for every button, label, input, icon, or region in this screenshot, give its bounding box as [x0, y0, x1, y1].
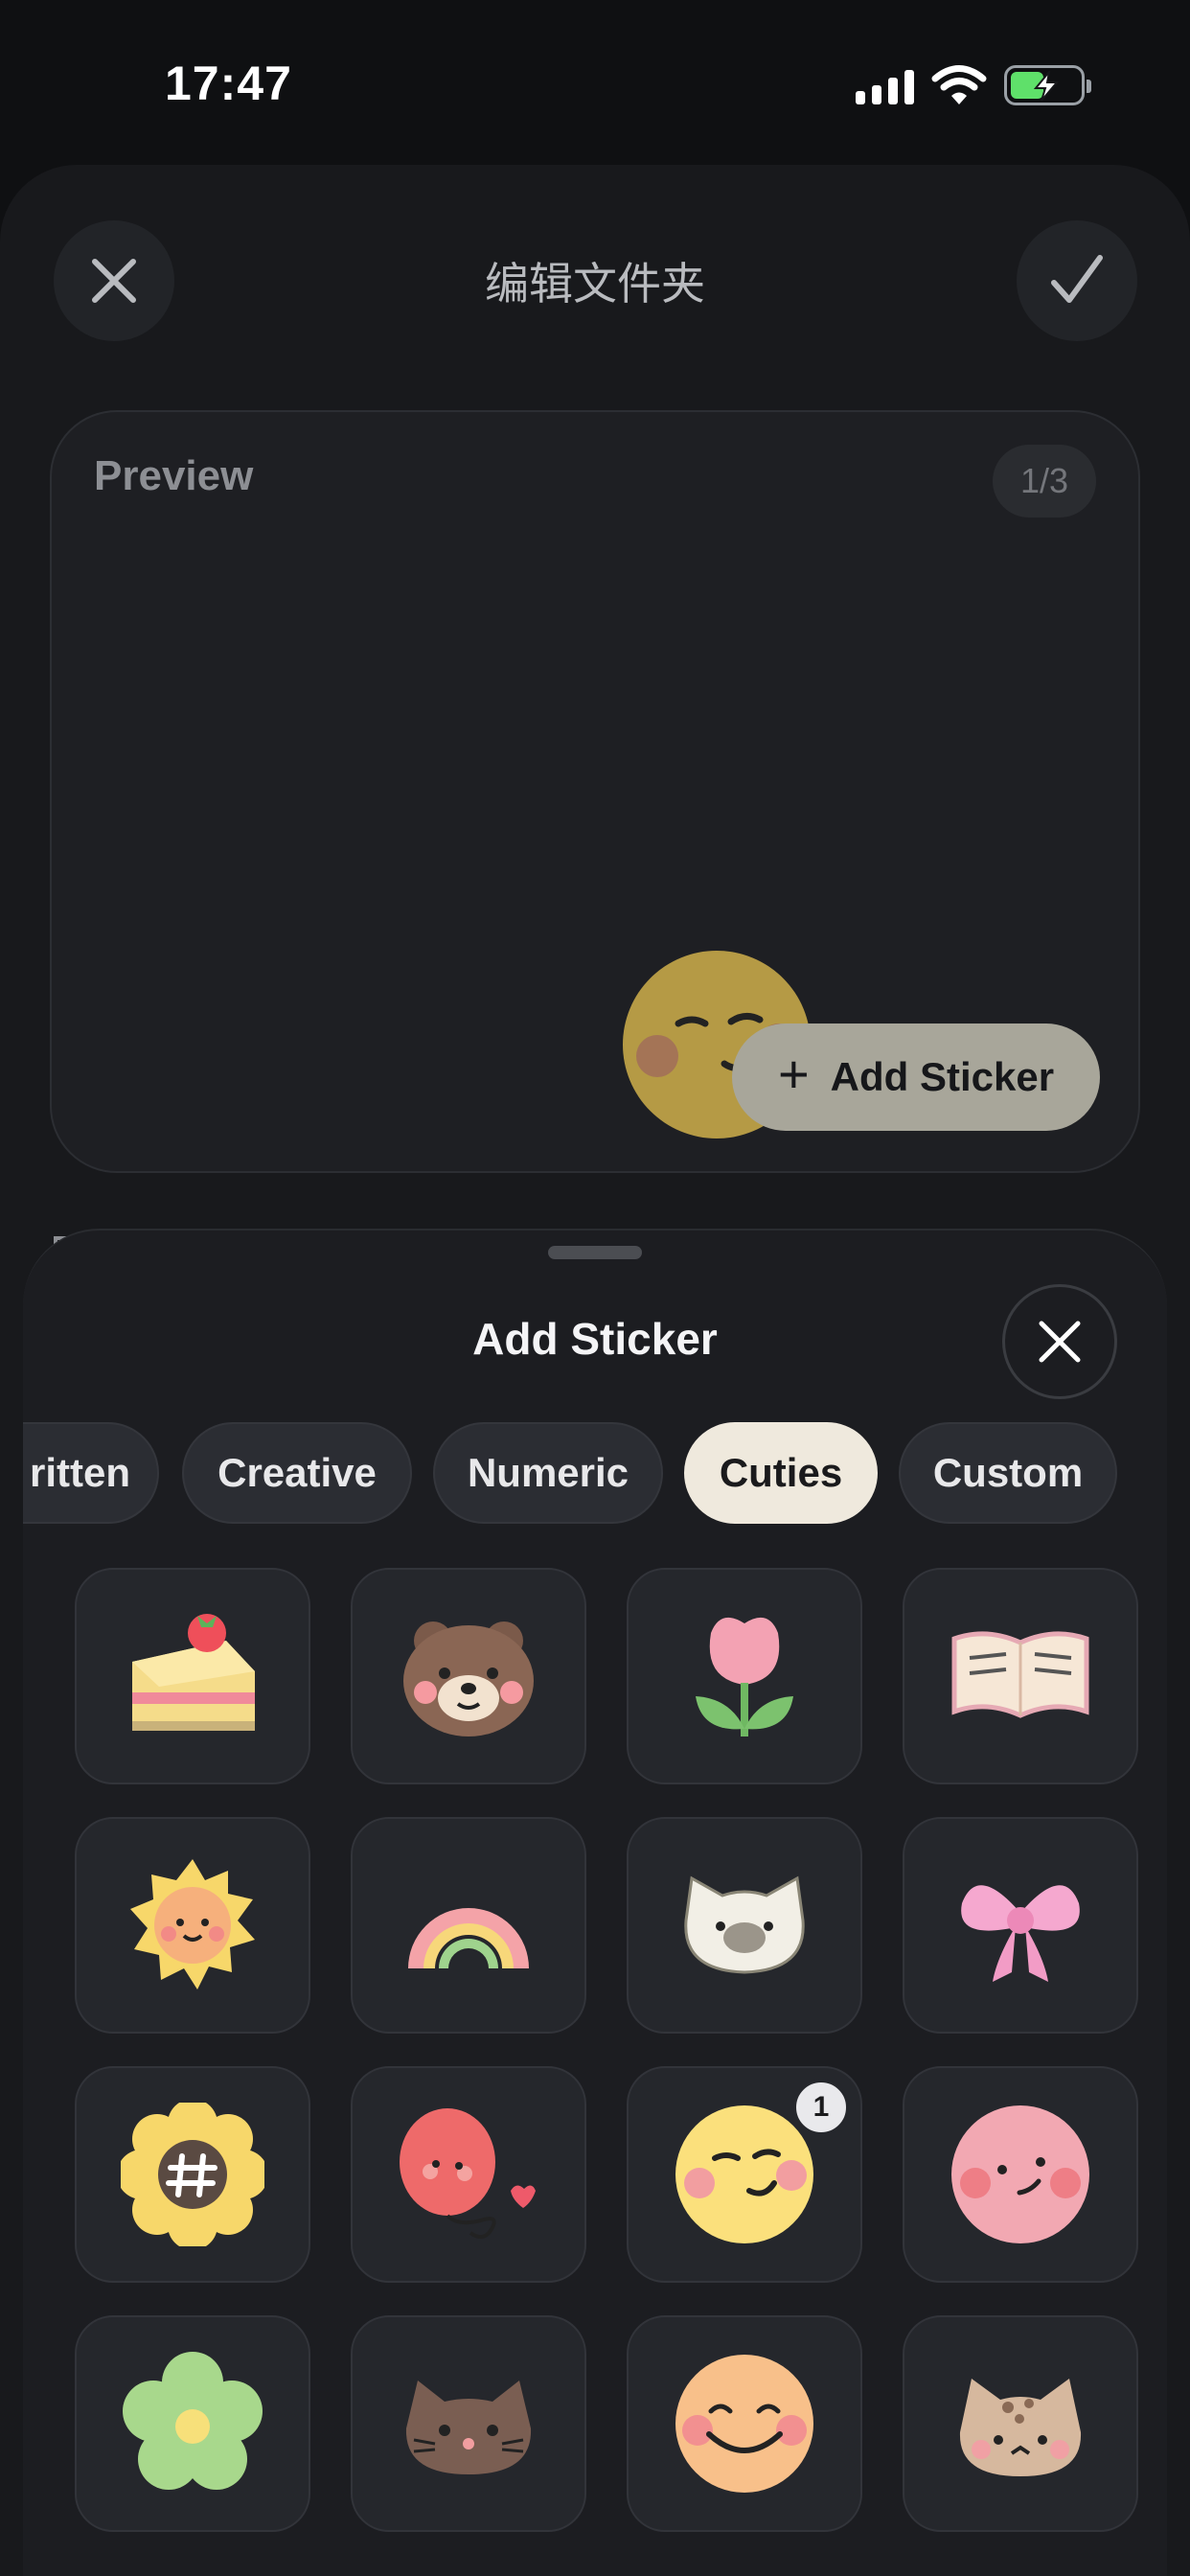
confirm-button[interactable] [1017, 220, 1137, 341]
sticker-pink-face[interactable] [903, 2066, 1138, 2283]
sticker-smile-face[interactable] [627, 2315, 862, 2532]
sticker-count-badge: 1 [793, 2080, 849, 2135]
tab-cuties[interactable]: Cuties [684, 1422, 878, 1524]
shiba-dog-icon [959, 2379, 1082, 2476]
sheet-close-button[interactable] [1002, 1284, 1117, 1399]
white-cat-icon [684, 1875, 805, 1974]
battery-icon [1004, 65, 1091, 105]
tulip-icon [696, 1617, 793, 1736]
sheet-title: Add Sticker [472, 1314, 718, 1364]
preview-label: Preview [94, 452, 254, 499]
preview-card: Preview 1/3 + Add Sticker [50, 410, 1140, 1173]
tab-handwritten[interactable]: ritten [23, 1422, 159, 1524]
status-bar: 17:47 [0, 0, 1190, 163]
wifi-icon [931, 65, 987, 104]
sticker-open-book[interactable] [903, 1568, 1138, 1784]
sticker-sun[interactable] [75, 1817, 310, 2034]
red-balloon-icon [400, 2108, 536, 2240]
signal-icon [856, 66, 914, 104]
smile-face-icon [675, 2355, 813, 2493]
sticker-rainbow[interactable] [351, 1817, 586, 2034]
checkmark-icon [1051, 255, 1103, 303]
sticker-green-flower[interactable] [75, 2315, 310, 2532]
green-flower-icon [123, 2352, 263, 2490]
hash-flower-icon [121, 2103, 264, 2246]
sticker-shiba-dog[interactable] [903, 2315, 1138, 2532]
sticker-brown-cat[interactable] [351, 2315, 586, 2532]
sticker-hash-flower[interactable] [75, 2066, 310, 2283]
sticker-smirk-face[interactable]: 1 [627, 2066, 862, 2283]
bear-icon [403, 1622, 534, 1736]
sticker-white-cat[interactable] [627, 1817, 862, 2034]
rainbow-icon [408, 1908, 529, 1968]
strawberry-cake-icon [132, 1614, 255, 1731]
sheet-grabber[interactable] [548, 1246, 642, 1259]
add-sticker-button[interactable]: + Add Sticker [732, 1024, 1100, 1131]
add-sticker-sheet: Add Sticker ritten Creative Numeric Cuti… [23, 1229, 1167, 2576]
sticker-red-balloon[interactable] [351, 2066, 586, 2283]
add-sticker-label: Add Sticker [830, 1054, 1055, 1099]
status-icons [856, 61, 1091, 109]
tab-numeric[interactable]: Numeric [433, 1422, 663, 1524]
tab-creative[interactable]: Creative [182, 1422, 412, 1524]
smirk-face-icon [675, 2105, 813, 2243]
tab-custom[interactable]: Custom [899, 1422, 1117, 1524]
status-time: 17:47 [165, 57, 292, 110]
pink-bow-icon [961, 1885, 1080, 1982]
page-indicator: 1/3 [993, 445, 1096, 518]
sun-icon [130, 1859, 255, 1990]
sticker-bear[interactable] [351, 1568, 586, 1784]
sticker-strawberry-cake[interactable] [75, 1568, 310, 1784]
pink-face-icon [951, 2105, 1089, 2243]
page-title: 编辑文件夹 [485, 259, 705, 309]
close-icon [1039, 1321, 1081, 1363]
category-tabs: ritten Creative Numeric Cuties Custom [23, 1422, 1167, 1528]
brown-cat-icon [405, 2380, 532, 2474]
sticker-tulip[interactable] [627, 1568, 862, 1784]
open-book-icon [951, 1631, 1089, 1718]
sticker-pink-bow[interactable] [903, 1817, 1138, 2034]
plus-icon: + [777, 1044, 810, 1104]
